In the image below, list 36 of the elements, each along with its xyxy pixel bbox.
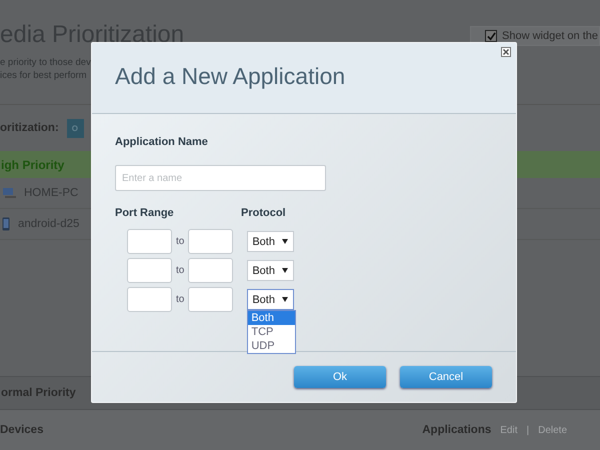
dropdown-option[interactable]: TCP xyxy=(248,325,296,339)
caret-icon xyxy=(282,239,288,244)
devices-heading: Devices xyxy=(0,424,44,436)
to-label: to xyxy=(176,236,184,247)
close-icon[interactable] xyxy=(501,47,511,57)
caret-icon xyxy=(282,297,288,302)
name-input-field[interactable]: Enter a name xyxy=(115,165,326,191)
action-link[interactable]: Edit xyxy=(500,424,518,436)
separator: | xyxy=(526,424,530,436)
protocol-dropdown[interactable]: Both xyxy=(247,231,294,252)
dropdown-option[interactable]: Both xyxy=(248,311,296,325)
computer-icon xyxy=(2,187,16,199)
dropdown-option[interactable]: UDP xyxy=(248,339,296,353)
port-input-field[interactable] xyxy=(127,287,172,312)
dialog-title: Add a New Application xyxy=(115,63,346,90)
dialog-button[interactable]: Cancel xyxy=(400,366,492,388)
action-link[interactable]: Delete xyxy=(538,424,567,436)
prioritization-label: oritization: xyxy=(0,122,59,134)
caret-icon xyxy=(282,268,288,273)
port-input-field[interactable] xyxy=(188,258,234,283)
high-priority-label: igh Priority xyxy=(1,158,64,172)
port-input-field[interactable] xyxy=(127,229,172,254)
applications-heading: Applications xyxy=(422,424,492,436)
protocol-dropdown[interactable]: Both xyxy=(247,260,294,281)
dialog-button[interactable]: Ok xyxy=(294,366,386,388)
port-input-field[interactable] xyxy=(188,229,234,254)
to-label: to xyxy=(176,294,184,305)
port-range-label: Port Range xyxy=(115,207,175,219)
protocol-label: Protocol xyxy=(241,207,286,219)
field-label: Application Name xyxy=(115,136,209,148)
port-input-field[interactable] xyxy=(127,258,172,283)
port-input-field[interactable] xyxy=(188,287,234,312)
phone-icon xyxy=(2,217,10,231)
checkbox-label: Show widget on the xyxy=(502,30,598,42)
to-label: to xyxy=(176,265,184,276)
checkbox[interactable] xyxy=(485,30,497,42)
